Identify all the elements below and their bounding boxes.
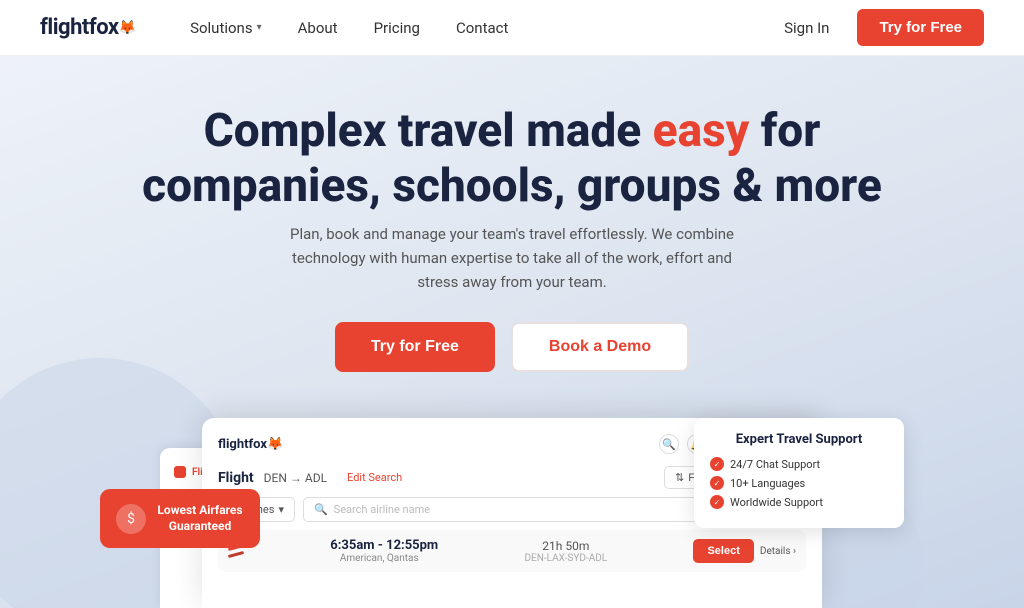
badge-dollar-icon: $: [116, 504, 146, 534]
logo[interactable]: flightfox🦊: [40, 15, 136, 40]
check-icon: ✓: [710, 495, 724, 509]
filter-icon: ⇅: [675, 471, 684, 484]
hero-try-free-button[interactable]: Try for Free: [335, 322, 495, 372]
flight-time-info: 6:35am - 12:55pm American, Qantas: [320, 538, 438, 564]
time-chevron-icon: ▾: [278, 503, 284, 516]
mockup-area: Flights Cars ··· Other flightfox🦊 🔍 🔔: [20, 408, 1004, 608]
expert-support-card: Expert Travel Support ✓ 24/7 Chat Suppor…: [694, 418, 904, 528]
flights-icon: [174, 466, 186, 478]
flight-result-row: 6:35am - 12:55pm American, Qantas 21h 50…: [218, 530, 806, 572]
search-icon: 🔍: [314, 503, 328, 516]
logo-text: flightfox: [40, 15, 119, 40]
nav-contact[interactable]: Contact: [442, 13, 522, 43]
nav-pricing[interactable]: Pricing: [360, 13, 434, 43]
flight-duration-info: 21h 50m DEN-LAX-SYD-ADL: [524, 539, 607, 564]
badge-text: Lowest Airfares Guaranteed: [156, 503, 244, 534]
search-icon[interactable]: 🔍: [659, 434, 679, 454]
flight-route: DEN → ADL: [264, 471, 327, 485]
flight-actions: Select Details ›: [693, 539, 796, 563]
check-icon: ✓: [710, 457, 724, 471]
nav-solutions[interactable]: Solutions ▾: [176, 13, 276, 43]
expert-item-languages: ✓ 10+ Languages: [710, 476, 888, 490]
hero-section: Complex travel made easy for companies, …: [0, 56, 1024, 608]
nav-right: Sign In Try for Free: [772, 9, 984, 46]
expert-card-title: Expert Travel Support: [710, 432, 888, 447]
details-link[interactable]: Details ›: [760, 546, 796, 557]
lowest-airfares-badge: $ Lowest Airfares Guaranteed: [100, 489, 260, 548]
nav-try-free-button[interactable]: Try for Free: [857, 9, 984, 46]
flight-route-area: Flight DEN → ADL Edit Search: [218, 470, 402, 486]
expert-item-chat: ✓ 24/7 Chat Support: [710, 457, 888, 471]
card-logo: flightfox🦊: [218, 437, 283, 452]
hero-subtitle: Plan, book and manage your team's travel…: [272, 222, 752, 294]
expert-item-worldwide: ✓ Worldwide Support: [710, 495, 888, 509]
select-flight-button[interactable]: Select: [693, 539, 753, 563]
navbar: flightfox🦊 Solutions ▾ About Pricing Con…: [0, 0, 1024, 56]
nav-about[interactable]: About: [284, 13, 352, 43]
hero-buttons: Try for Free Book a Demo: [20, 322, 1004, 372]
hero-title: Complex travel made easy for companies, …: [20, 104, 1004, 214]
hero-book-demo-button[interactable]: Book a Demo: [511, 322, 689, 372]
nav-links: Solutions ▾ About Pricing Contact: [176, 13, 772, 43]
chevron-down-icon: ▾: [257, 22, 262, 33]
edit-search-button[interactable]: Edit Search: [347, 471, 402, 484]
flight-label: Flight: [218, 470, 254, 486]
sign-in-button[interactable]: Sign In: [772, 13, 841, 43]
check-icon: ✓: [710, 476, 724, 490]
